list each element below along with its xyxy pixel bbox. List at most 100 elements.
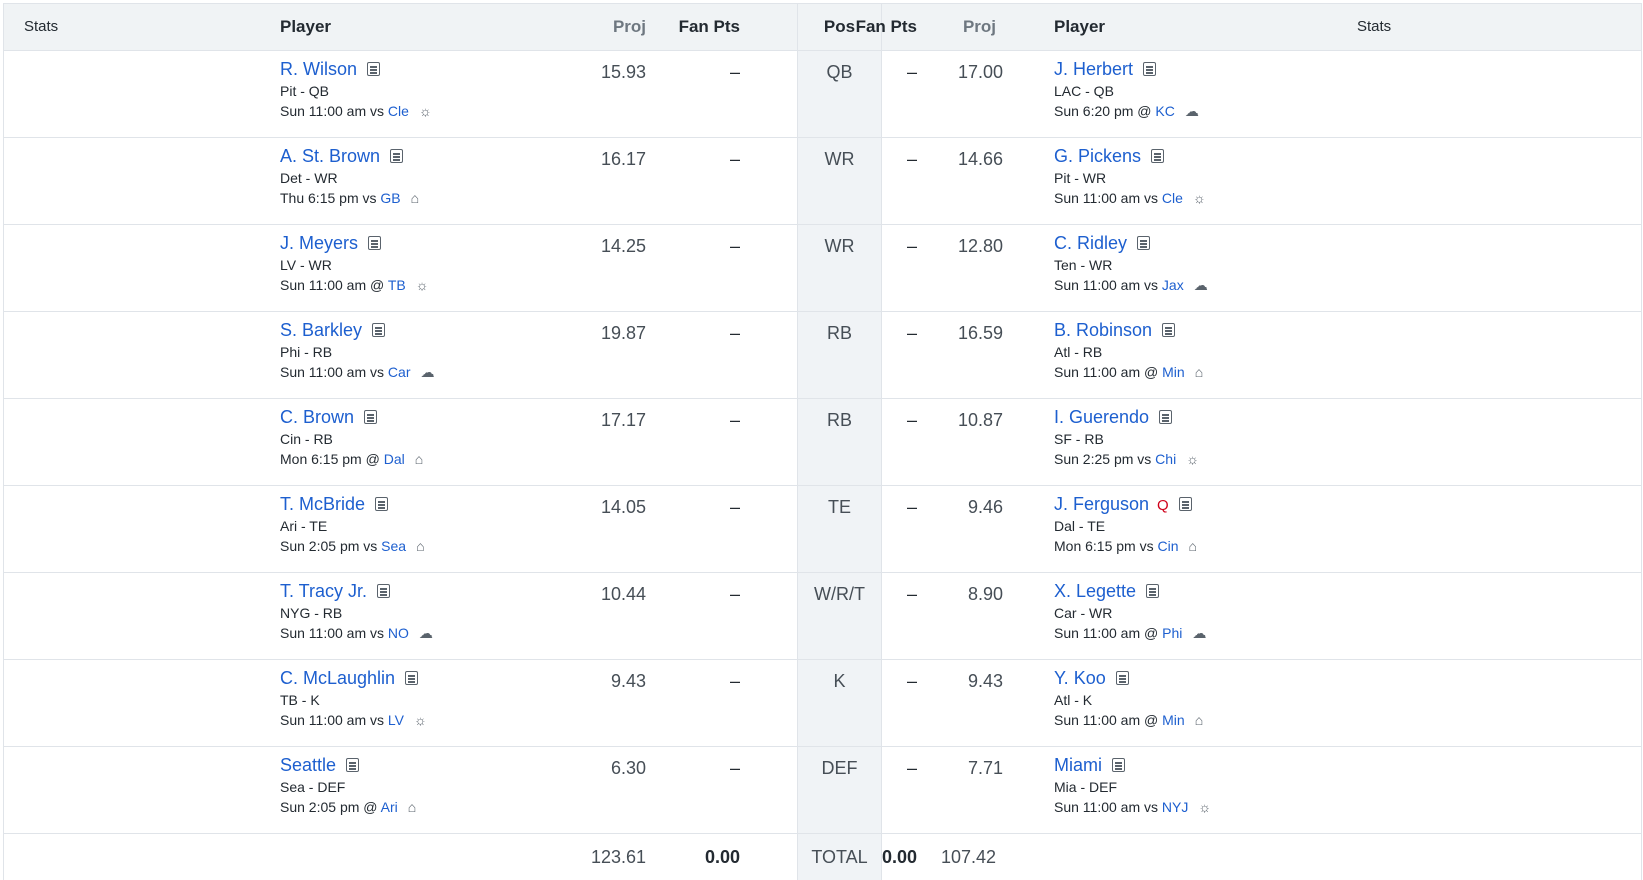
left-player-name-link[interactable]: C. McLaughlin <box>280 668 395 688</box>
left-player-name-link[interactable]: J. Meyers <box>280 233 358 253</box>
left-player-header[interactable]: Player <box>280 4 331 50</box>
player-notes-icon[interactable] <box>1143 62 1157 76</box>
opponent-link[interactable]: Ari <box>381 799 398 815</box>
opponent-link[interactable]: GB <box>380 190 400 206</box>
dome-icon[interactable]: ⌂ <box>411 188 419 208</box>
left-team-position: Sea - DEF <box>280 779 346 795</box>
opponent-link[interactable]: NO <box>388 625 409 641</box>
right-team-position: LAC - QB <box>1054 83 1114 99</box>
right-player-header[interactable]: Player <box>1054 4 1105 50</box>
left-stats-header[interactable]: Stats <box>24 4 58 50</box>
right-proj-header[interactable]: Proj <box>919 4 996 50</box>
right-player-name-link[interactable]: I. Guerendo <box>1054 407 1149 427</box>
left-fanpts-header[interactable]: Fan Pts <box>664 4 740 50</box>
player-notes-icon[interactable] <box>346 758 360 772</box>
injury-status-badge[interactable]: Q <box>1157 497 1169 514</box>
opponent-link[interactable]: LV <box>388 712 404 728</box>
opponent-link[interactable]: Cle <box>1162 190 1183 206</box>
player-notes-icon[interactable] <box>390 149 404 163</box>
player-notes-icon[interactable] <box>1151 149 1165 163</box>
left-proj-value: 10.44 <box>600 584 646 604</box>
player-notes-icon[interactable] <box>1137 236 1151 250</box>
opponent-link[interactable]: Sea <box>381 538 406 554</box>
sun-icon[interactable]: ☼ <box>1193 188 1206 208</box>
player-notes-icon[interactable] <box>1159 410 1173 424</box>
table-header: Stats Player Proj Fan Pts Pos Fan Pts Pr… <box>4 3 1641 51</box>
dome-icon[interactable]: ⌂ <box>1195 710 1203 730</box>
left-game-info: Sun 2:05 pm @ Ari ⌂ <box>280 797 416 817</box>
game-time: Sun 11:00 am vs <box>280 625 388 641</box>
table-row: T. McBride Ari - TE Sun 2:05 pm vs Sea ⌂ … <box>4 486 1641 573</box>
right-player-name-link[interactable]: C. Ridley <box>1054 233 1127 253</box>
sun-icon[interactable]: ☼ <box>1186 449 1199 469</box>
player-notes-icon[interactable] <box>368 236 382 250</box>
right-team-position: Atl - K <box>1054 692 1093 708</box>
opponent-link[interactable]: Cle <box>388 103 409 119</box>
sun-icon[interactable]: ☼ <box>414 710 427 730</box>
left-player-name-link[interactable]: T. McBride <box>280 494 365 514</box>
sun-icon[interactable]: ☼ <box>1198 797 1211 817</box>
left-player-name-link[interactable]: C. Brown <box>280 407 354 427</box>
opponent-link[interactable]: Dal <box>384 451 405 467</box>
right-player-name-link[interactable]: X. Legette <box>1054 581 1136 601</box>
player-notes-icon[interactable] <box>367 62 381 76</box>
right-player-name-link[interactable]: J. Herbert <box>1054 59 1133 79</box>
left-game-info: Sun 11:00 am vs Cle ☼ <box>280 101 432 121</box>
opponent-link[interactable]: Min <box>1162 364 1185 380</box>
cloud-icon[interactable]: ☁ <box>1194 275 1208 295</box>
right-fanpts-value: – <box>906 410 917 430</box>
opponent-link[interactable]: TB <box>388 277 406 293</box>
sun-icon[interactable]: ☼ <box>419 101 432 121</box>
left-proj-header[interactable]: Proj <box>564 4 646 50</box>
player-notes-icon[interactable] <box>1146 584 1160 598</box>
right-player-name-link[interactable]: Miami <box>1054 755 1102 775</box>
right-proj-value: 17.00 <box>957 62 1003 82</box>
right-game-info: Sun 6:20 pm @ KC ☁ <box>1054 101 1199 121</box>
left-total-proj: 123.61 <box>590 847 646 867</box>
left-player-name-link[interactable]: S. Barkley <box>280 320 362 340</box>
right-fanpts-header[interactable]: Fan Pts <box>840 4 917 50</box>
opponent-link[interactable]: Min <box>1162 712 1185 728</box>
dome-icon[interactable]: ⌂ <box>408 797 416 817</box>
left-player-name-link[interactable]: R. Wilson <box>280 59 357 79</box>
cloud-icon[interactable]: ☁ <box>419 623 433 643</box>
player-notes-icon[interactable] <box>1115 671 1129 685</box>
game-time: Sun 11:00 am @ <box>1054 712 1163 728</box>
left-player-name-link[interactable]: A. St. Brown <box>280 146 380 166</box>
opponent-link[interactable]: Phi <box>1162 625 1182 641</box>
right-player-name-link[interactable]: B. Robinson <box>1054 320 1152 340</box>
right-proj-value: 12.80 <box>957 236 1003 256</box>
opponent-link[interactable]: NYJ <box>1162 799 1188 815</box>
player-notes-icon[interactable] <box>405 671 419 685</box>
left-player-name-link[interactable]: Seattle <box>280 755 336 775</box>
right-player-name-link[interactable]: G. Pickens <box>1054 146 1141 166</box>
player-notes-icon[interactable] <box>377 584 391 598</box>
cloud-icon[interactable]: ☁ <box>1185 101 1199 121</box>
cloud-icon[interactable]: ☁ <box>1192 623 1206 643</box>
player-notes-icon[interactable] <box>364 410 378 424</box>
opponent-link[interactable]: Chi <box>1155 451 1176 467</box>
right-fanpts-value: – <box>906 758 917 778</box>
player-notes-icon[interactable] <box>1112 758 1125 772</box>
sun-icon[interactable]: ☼ <box>416 275 429 295</box>
cloud-icon[interactable]: ☁ <box>420 362 434 382</box>
player-notes-icon[interactable] <box>372 323 386 337</box>
right-player-name-link[interactable]: J. Ferguson <box>1054 494 1149 514</box>
right-player-name-link[interactable]: Y. Koo <box>1054 668 1106 688</box>
dome-icon[interactable]: ⌂ <box>1189 536 1197 556</box>
opponent-link[interactable]: Car <box>388 364 411 380</box>
table-row: R. Wilson Pit - QB Sun 11:00 am vs Cle ☼ … <box>4 51 1641 138</box>
left-player-name-link[interactable]: T. Tracy Jr. <box>280 581 367 601</box>
dome-icon[interactable]: ⌂ <box>416 536 424 556</box>
opponent-link[interactable]: Jax <box>1162 277 1184 293</box>
player-notes-icon[interactable] <box>375 497 389 511</box>
right-stats-header[interactable]: Stats <box>1357 4 1391 50</box>
opponent-link[interactable]: Cin <box>1158 538 1179 554</box>
opponent-link[interactable]: KC <box>1155 103 1174 119</box>
dome-icon[interactable]: ⌂ <box>415 449 423 469</box>
player-notes-icon[interactable] <box>1178 497 1192 511</box>
right-team-position: Car - WR <box>1054 605 1113 621</box>
player-notes-icon[interactable] <box>1162 323 1176 337</box>
dome-icon[interactable]: ⌂ <box>1195 362 1203 382</box>
left-fanpts-value: – <box>729 236 740 256</box>
